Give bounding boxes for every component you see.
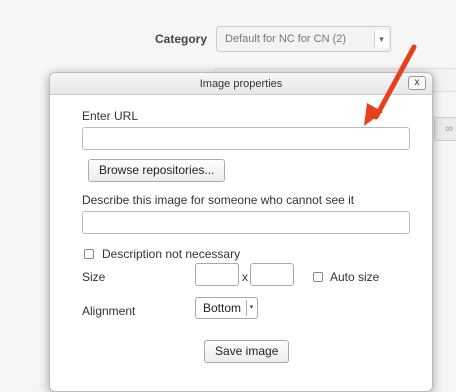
category-select-value: Default for NC for CN (2) bbox=[225, 33, 347, 45]
describe-label: Describe this image for someone who cann… bbox=[82, 193, 355, 207]
chevron-down-icon: ▾ bbox=[374, 30, 389, 48]
category-row: Category Default for NC for CN (2) ▾ bbox=[155, 26, 392, 52]
desc-not-necessary-label: Description not necessary bbox=[102, 247, 241, 261]
auto-size-checkbox[interactable] bbox=[313, 272, 323, 282]
desc-not-necessary-checkbox[interactable] bbox=[84, 249, 94, 259]
width-input[interactable] bbox=[195, 263, 239, 286]
alignment-select[interactable]: Bottom ▾ bbox=[195, 297, 258, 319]
close-button[interactable]: x bbox=[408, 76, 426, 90]
category-label: Category bbox=[155, 32, 208, 46]
description-input[interactable] bbox=[82, 211, 410, 234]
link-icon: ∞ bbox=[434, 117, 456, 141]
url-input[interactable] bbox=[82, 127, 410, 150]
alignment-label: Alignment bbox=[82, 304, 136, 318]
height-input[interactable] bbox=[250, 263, 294, 286]
dialog-header: Image properties x bbox=[50, 73, 432, 95]
size-separator: x bbox=[242, 270, 248, 284]
browse-repositories-button[interactable]: Browse repositories... bbox=[88, 159, 226, 182]
alignment-select-value: Bottom bbox=[203, 301, 242, 315]
save-image-button[interactable]: Save image bbox=[204, 340, 290, 363]
image-properties-dialog: Image properties x Enter URL Browse repo… bbox=[49, 72, 433, 392]
url-label: Enter URL bbox=[82, 109, 139, 123]
updown-arrow-icon: ▾ bbox=[246, 300, 256, 316]
dialog-title: Image properties bbox=[199, 78, 283, 90]
size-label: Size bbox=[82, 270, 106, 284]
auto-size-label: Auto size bbox=[330, 270, 380, 284]
category-select[interactable]: Default for NC for CN (2) ▾ bbox=[216, 26, 392, 52]
